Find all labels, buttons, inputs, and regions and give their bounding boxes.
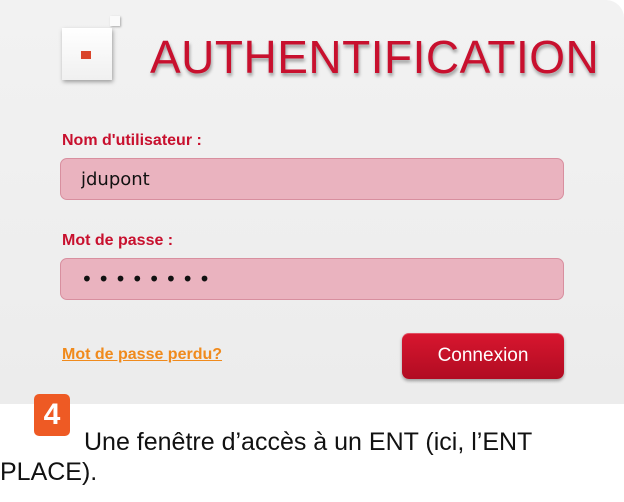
username-label: Nom d'utilisateur : [62, 132, 202, 149]
login-panel: AUTHENTIFICATION Nom d'utilisateur : Mot… [0, 0, 624, 404]
page-title: AUTHENTIFICATION [150, 31, 600, 83]
username-field[interactable] [60, 158, 564, 200]
forgot-password-link[interactable]: Mot de passe perdu? [62, 346, 222, 364]
caption-line-1: Une fenêtre d’accès à un ENT (ici, l’ENT [84, 428, 533, 456]
caption-line-2: PLACE). [0, 458, 98, 486]
logo-square [81, 51, 91, 59]
step-badge: 4 [34, 394, 70, 436]
logo-corner [110, 16, 120, 26]
logo [62, 16, 120, 80]
password-field[interactable]: •••••••• [60, 258, 564, 300]
password-label: Mot de passe : [62, 232, 174, 249]
connect-button[interactable]: Connexion [402, 333, 564, 379]
